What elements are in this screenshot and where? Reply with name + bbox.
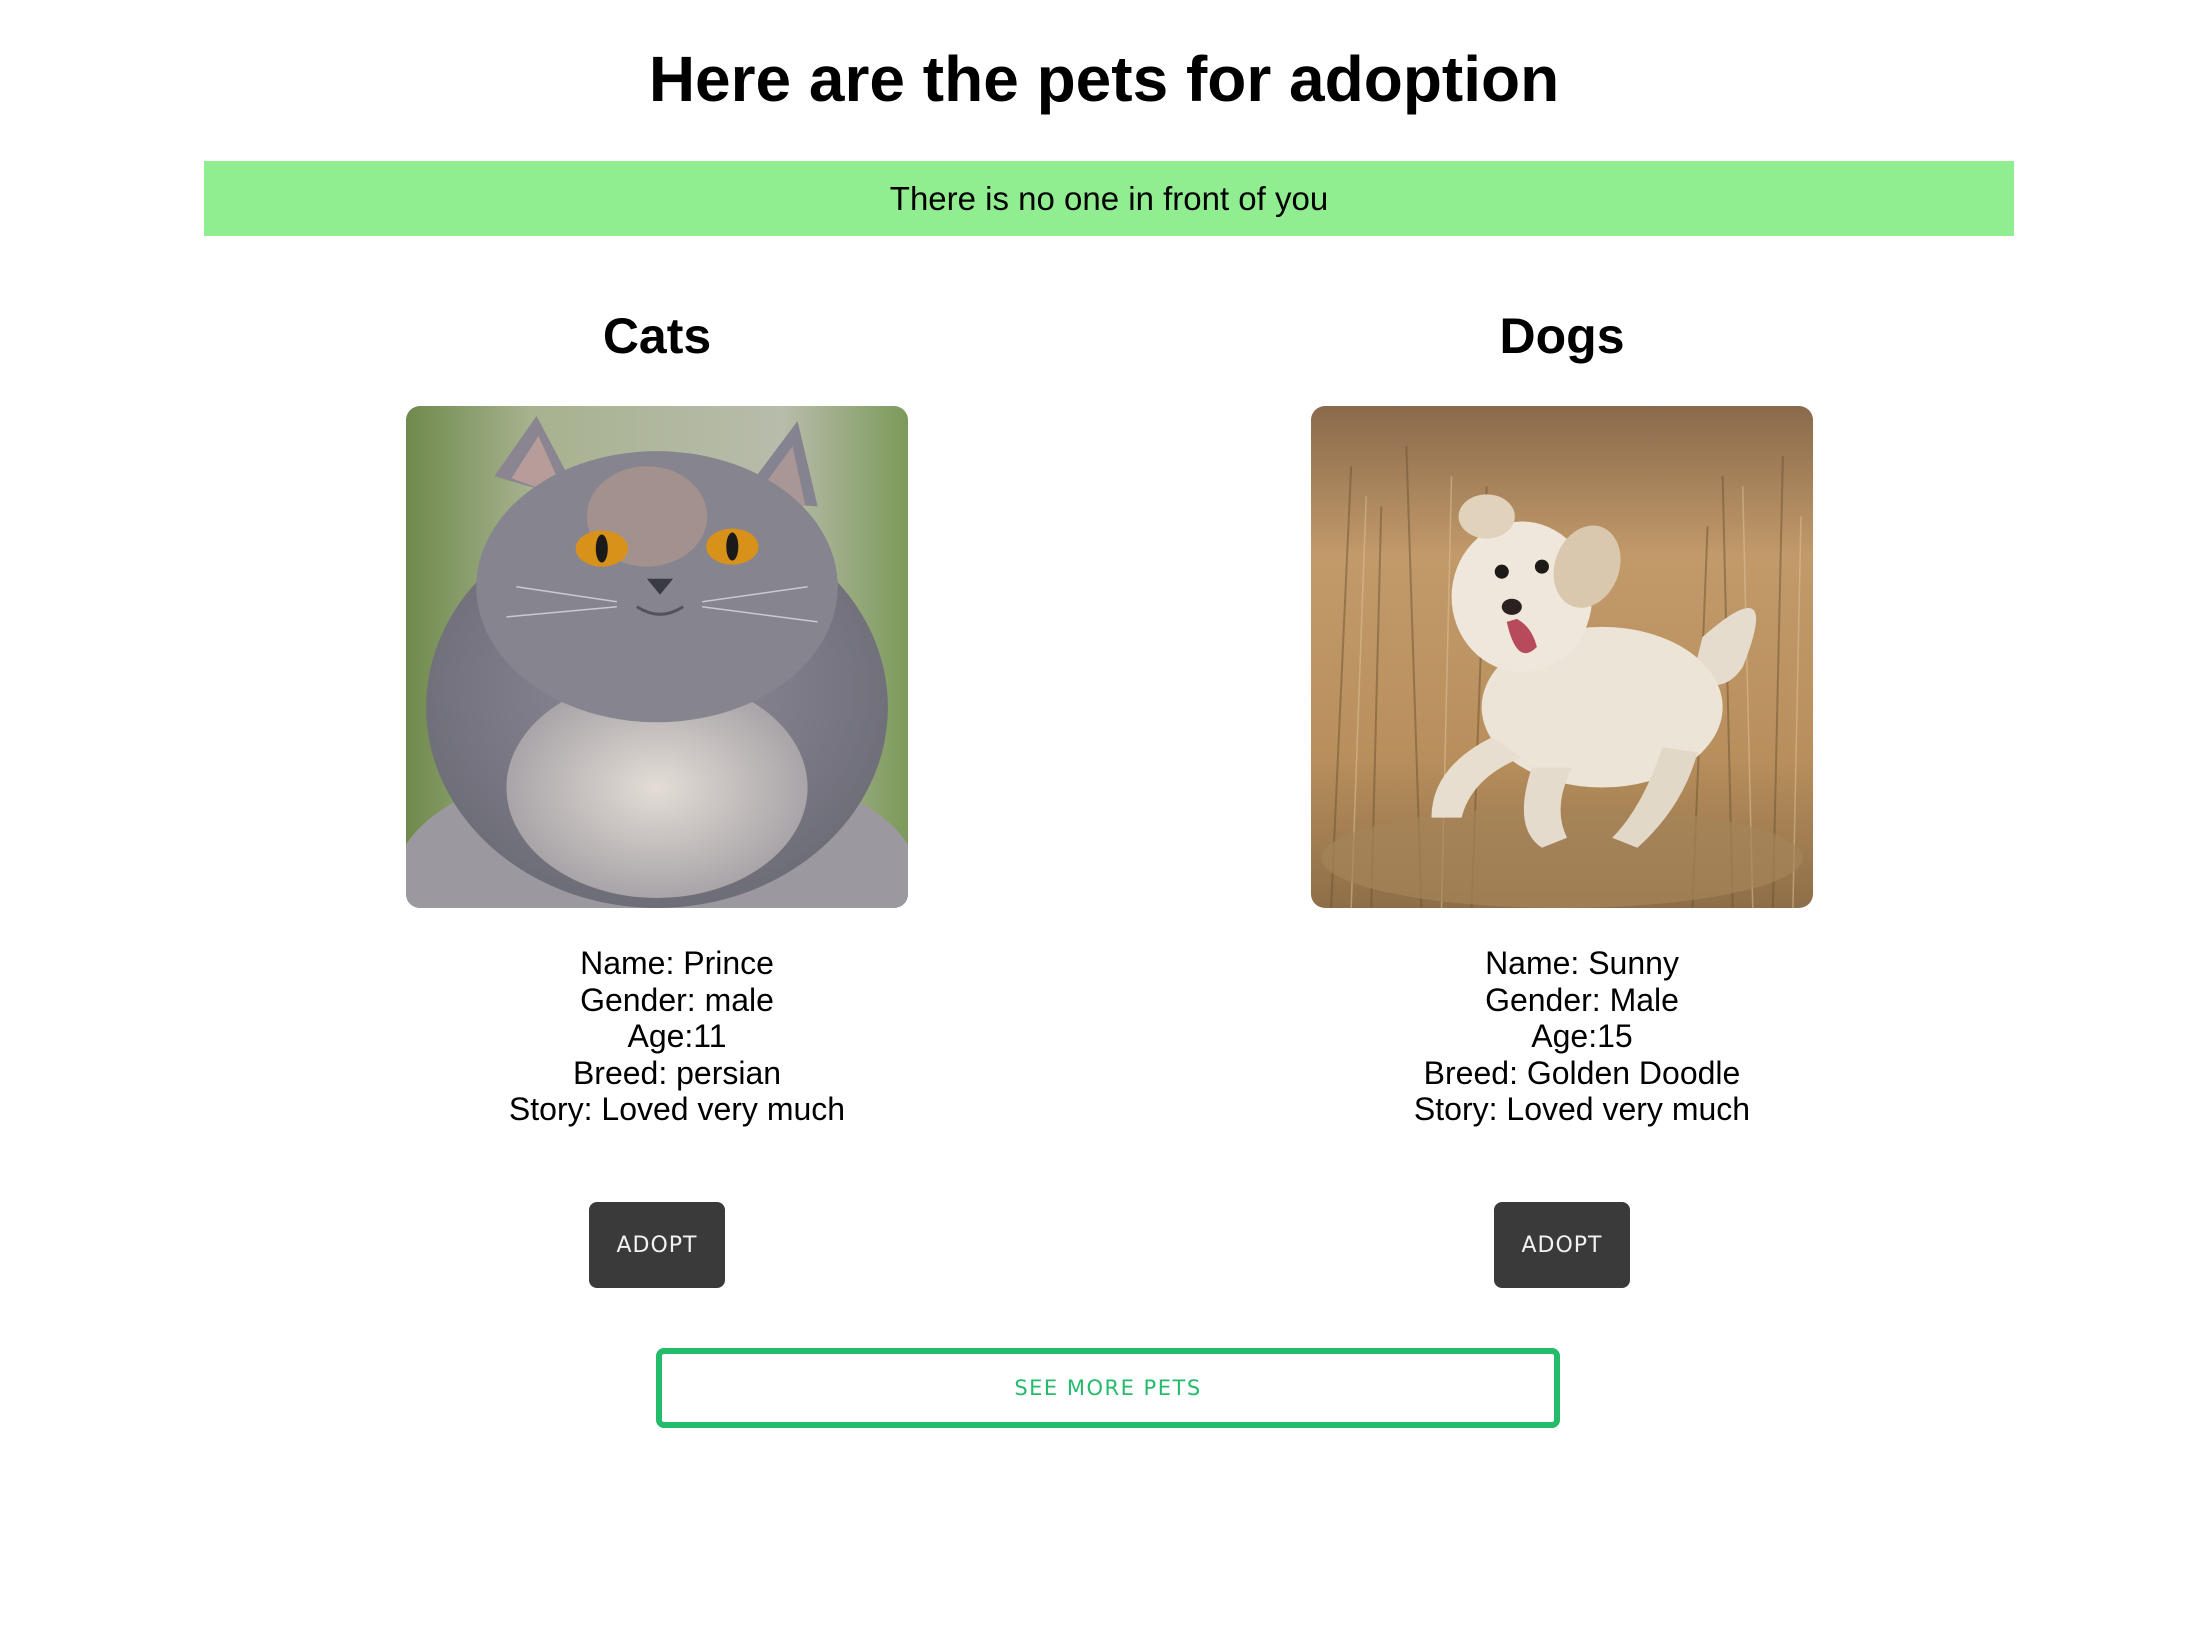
adopt-dog-button[interactable]: ADOPT xyxy=(1494,1202,1630,1288)
cat-age: Age:11 xyxy=(627,1018,727,1054)
queue-status-banner: There is no one in front of you xyxy=(204,161,2014,236)
cat-name: Name: Prince xyxy=(580,945,774,981)
dog-details: Name: Sunny Gender: Male Age:15 Breed: G… xyxy=(1272,945,1892,1128)
cat-gender: Gender: male xyxy=(580,981,774,1018)
see-more-pets-button[interactable]: SEE MORE PETS xyxy=(656,1348,1560,1428)
persian-cat-image xyxy=(406,406,908,908)
cats-heading: Cats xyxy=(602,308,712,364)
dog-photo xyxy=(1311,406,1813,908)
cat-photo xyxy=(406,406,908,908)
dog-breed: Breed: Golden Doodle xyxy=(1423,1054,1741,1091)
dog-gender: Gender: Male xyxy=(1485,981,1679,1018)
dog-age: Age:15 xyxy=(1531,1018,1633,1054)
dogs-heading: Dogs xyxy=(1499,308,1625,364)
page-title: Here are the pets for adoption xyxy=(648,43,1560,115)
queue-status-text: There is no one in front of you xyxy=(889,179,1329,217)
dog-story: Story: Loved very much xyxy=(1413,1091,1751,1127)
golden-doodle-image xyxy=(1311,406,1813,908)
cat-details: Name: Prince Gender: male Age:11 Breed: … xyxy=(367,945,987,1128)
dog-name: Name: Sunny xyxy=(1485,945,1679,981)
cat-story: Story: Loved very much xyxy=(508,1091,846,1127)
cat-breed: Breed: persian xyxy=(572,1054,782,1091)
adopt-cat-button[interactable]: ADOPT xyxy=(589,1202,725,1288)
